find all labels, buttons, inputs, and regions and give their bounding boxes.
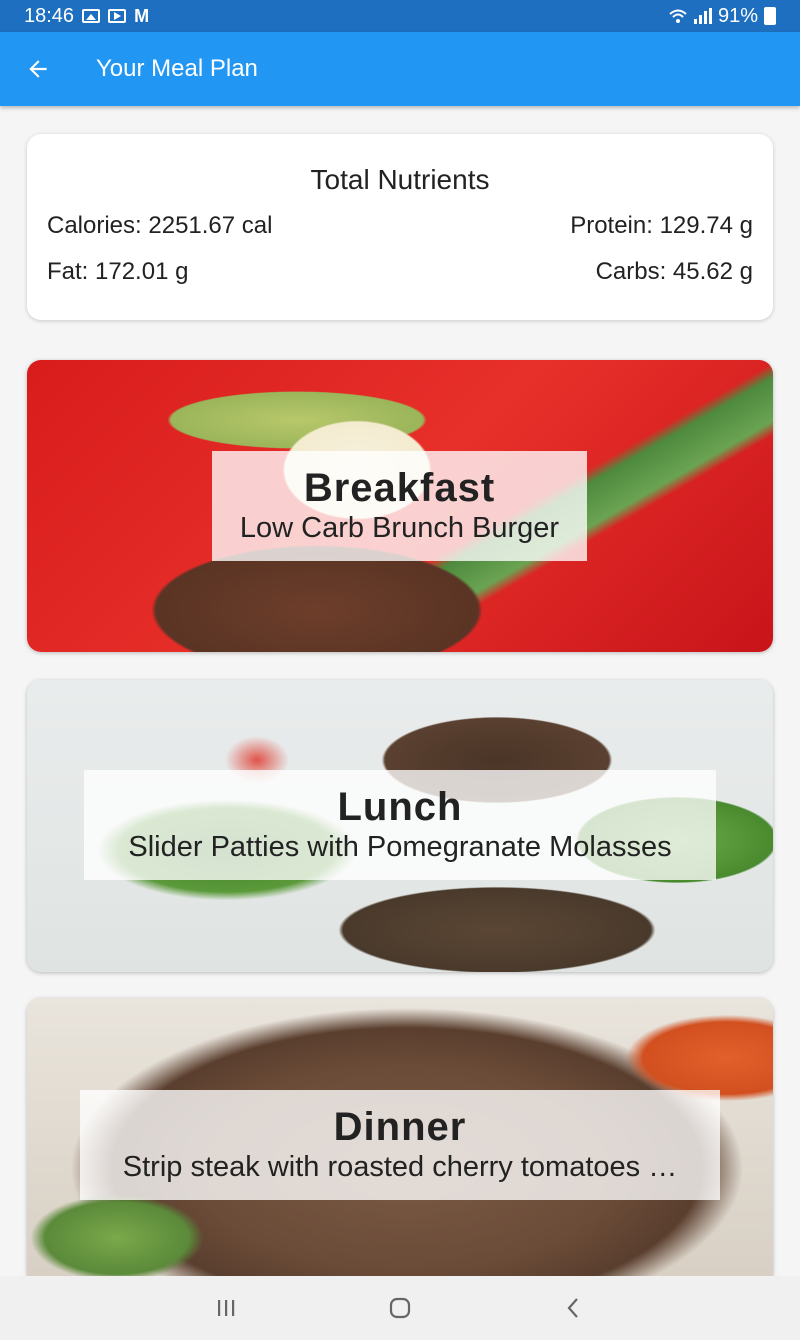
meal-name: Strip steak with roasted cherry tomatoes… xyxy=(122,1151,678,1183)
nav-back-button[interactable] xyxy=(552,1286,596,1330)
back-button[interactable] xyxy=(0,32,76,106)
fat-value: Fat: 172.01 g xyxy=(47,258,189,285)
battery-level: 91% xyxy=(717,4,758,27)
meal-card-dinner[interactable]: Dinner Strip steak with roasted cherry t… xyxy=(27,998,773,1276)
status-time: 18:46 xyxy=(24,4,75,27)
gmail-icon: M xyxy=(134,5,150,26)
recent-apps-icon xyxy=(218,1300,235,1316)
meal-heading: Lunch xyxy=(337,785,463,829)
meal-label: Lunch Slider Patties with Pomegranate Mo… xyxy=(84,770,716,880)
protein-value: Protein: 129.74 g xyxy=(570,212,753,239)
system-nav-bar xyxy=(0,1276,800,1340)
signal-icon xyxy=(693,8,712,24)
app-bar: Your Meal Plan xyxy=(0,32,800,106)
nutrients-row-1: Calories: 2251.67 cal Protein: 129.74 g xyxy=(47,212,753,240)
youtube-icon xyxy=(108,9,127,23)
meal-card-breakfast[interactable]: Breakfast Low Carb Brunch Burger xyxy=(27,360,773,652)
home-icon xyxy=(389,1297,411,1319)
nutrients-row-2: Fat: 172.01 g Carbs: 45.62 g xyxy=(47,258,753,286)
meal-label: Dinner Strip steak with roasted cherry t… xyxy=(80,1090,720,1200)
arrow-back-icon xyxy=(29,60,47,78)
page-title: Your Meal Plan xyxy=(96,55,258,82)
carbs-value: Carbs: 45.62 g xyxy=(595,258,753,285)
image-icon xyxy=(82,9,101,23)
meal-label: Breakfast Low Carb Brunch Burger xyxy=(212,451,587,561)
meal-card-lunch[interactable]: Lunch Slider Patties with Pomegranate Mo… xyxy=(27,680,773,972)
nutrients-card: Total Nutrients Calories: 2251.67 cal Pr… xyxy=(27,134,773,320)
status-bar: 18:46 M 91% xyxy=(0,0,800,32)
nutrients-title: Total Nutrients xyxy=(310,164,490,195)
calories-value: Calories: 2251.67 cal xyxy=(47,212,273,239)
recent-apps-button[interactable] xyxy=(204,1286,248,1330)
battery-icon xyxy=(764,7,776,25)
wifi-icon xyxy=(669,9,687,23)
back-icon xyxy=(567,1298,578,1318)
meal-name: Low Carb Brunch Burger xyxy=(239,512,560,544)
meal-name: Slider Patties with Pomegranate Molasses xyxy=(128,831,672,863)
home-button[interactable] xyxy=(378,1286,422,1330)
meal-heading: Dinner xyxy=(333,1105,467,1149)
meal-heading: Breakfast xyxy=(303,466,496,510)
